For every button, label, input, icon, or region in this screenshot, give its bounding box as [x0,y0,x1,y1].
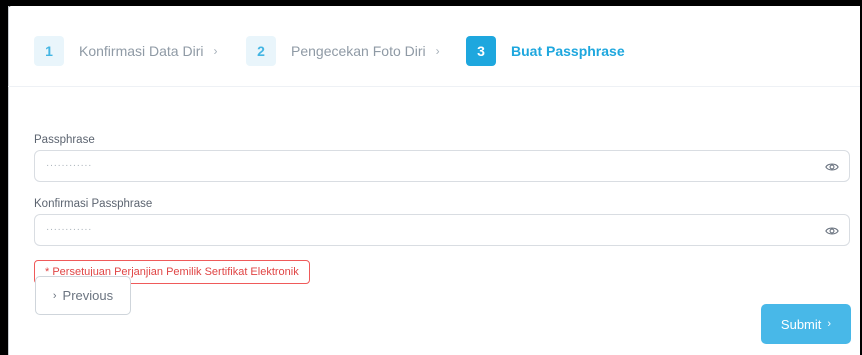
confirm-passphrase-label: Konfirmasi Passphrase [34,198,153,210]
chevron-right-icon: › [213,44,218,58]
step-3-label: Buat Passphrase [511,43,625,59]
stepper: 1 Konfirmasi Data Diri › 2 Pengecekan Fo… [8,6,860,87]
eye-icon[interactable] [825,224,839,238]
step-1-label: Konfirmasi Data Diri [79,43,204,59]
chevron-right-icon: › [435,44,440,58]
chevron-right-icon: › [52,289,57,302]
submit-button[interactable]: Submit › [761,304,851,344]
step-2[interactable]: 2 Pengecekan Foto Diri › [246,36,440,66]
passphrase-label: Passphrase [34,134,95,146]
confirm-passphrase-input[interactable]: ············ [34,214,850,246]
passphrase-value: ············ [46,160,92,171]
confirm-passphrase-value: ············ [46,224,92,235]
step-3[interactable]: 3 Buat Passphrase [466,36,625,66]
previous-button[interactable]: › Previous [35,276,131,315]
previous-button-label: Previous [62,288,114,303]
form-panel: 1 Konfirmasi Data Diri › 2 Pengecekan Fo… [8,6,860,355]
step-3-number: 3 [466,36,496,66]
step-1[interactable]: 1 Konfirmasi Data Diri › [34,36,217,66]
step-2-label: Pengecekan Foto Diri [291,43,426,59]
step-2-number: 2 [246,36,276,66]
step-1-number: 1 [34,36,64,66]
passphrase-input[interactable]: ············ [34,150,850,182]
submit-button-label: Submit [780,316,822,332]
chevron-right-icon: › [827,318,832,330]
eye-icon[interactable] [825,160,839,174]
